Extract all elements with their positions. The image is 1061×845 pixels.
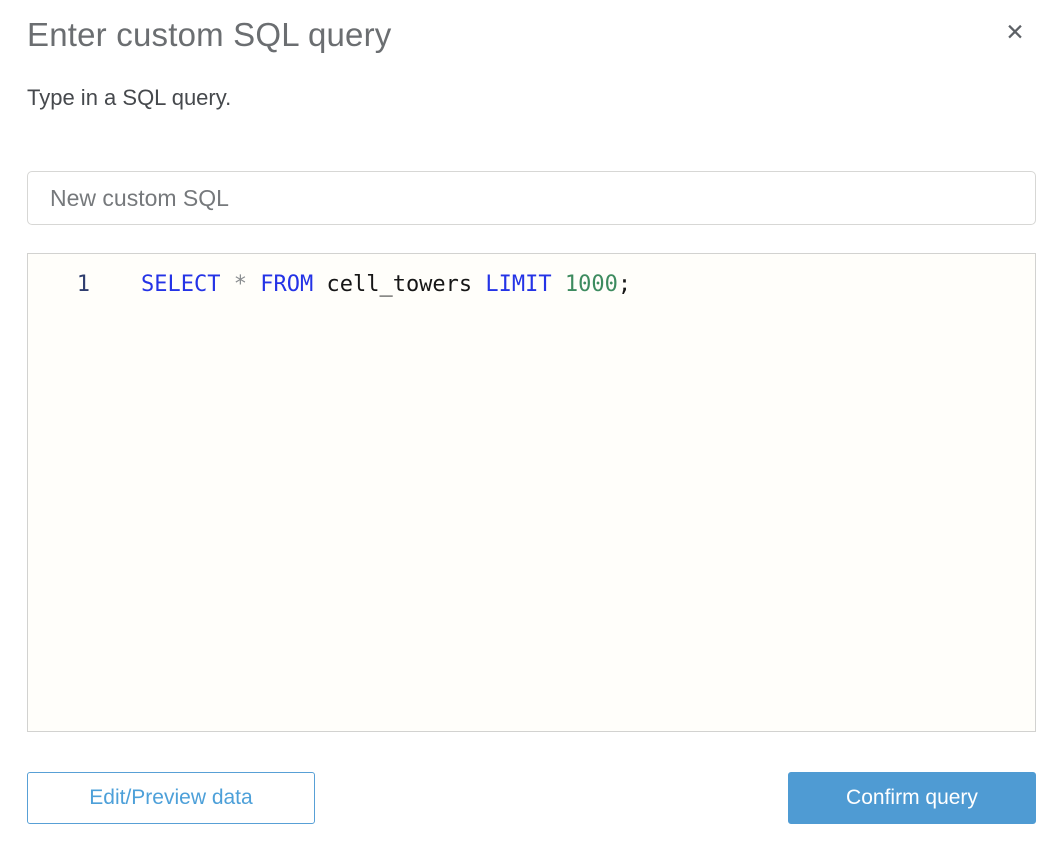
sql-token: SELECT <box>141 272 221 297</box>
query-name-input[interactable] <box>27 171 1036 225</box>
dialog-subtitle: Type in a SQL query. <box>27 85 232 110</box>
line-number: 1 <box>76 272 90 297</box>
sql-token: 1000 <box>564 272 618 297</box>
sql-token: ; <box>617 272 632 297</box>
confirm-query-button[interactable]: Confirm query <box>788 772 1036 824</box>
sql-code-editor[interactable]: 1 SELECT * FROM cell_towers LIMIT 1000; <box>27 253 1036 732</box>
sql-token: cell_towers <box>326 272 473 297</box>
close-icon[interactable]: ✕ <box>1000 17 1030 47</box>
dialog-title: Enter custom SQL query <box>27 16 392 53</box>
sql-token: FROM <box>260 272 314 297</box>
edit-preview-data-button[interactable]: Edit/Preview data <box>27 772 315 824</box>
custom-sql-dialog: Enter custom SQL query ✕ Type in a SQL q… <box>0 0 1061 845</box>
sql-token: LIMIT <box>485 272 552 297</box>
sql-query-text: SELECT * FROM cell_towers LIMIT 1000; <box>141 270 631 300</box>
editor-line: 1 SELECT * FROM cell_towers LIMIT 1000; <box>28 254 1035 300</box>
sql-token: * <box>233 272 247 297</box>
